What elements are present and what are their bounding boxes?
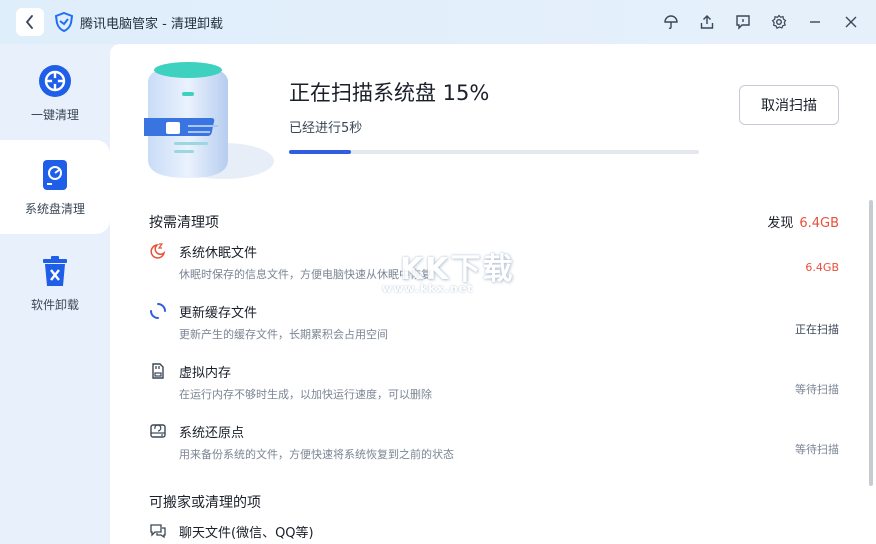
item-status: 6.4GB	[805, 261, 839, 274]
item-status: 正在扫描	[795, 323, 839, 336]
item-status: 等待扫描	[795, 443, 839, 456]
list-item-update-cache[interactable]: 更新缓存文件 更新产生的缓存文件，长期累积会占用空间 正在扫描	[149, 300, 839, 350]
item-desc: 在运行内存不够时生成，以加快运行速度，可以删除	[179, 388, 432, 401]
gear-icon	[771, 14, 787, 30]
sidebar: 一键清理 系统盘清理 软件卸载	[0, 44, 110, 544]
item-name: 系统还原点	[179, 426, 245, 441]
found-label: 发现	[767, 216, 794, 231]
upload-icon	[700, 15, 714, 29]
moon-sleep-icon	[150, 243, 166, 259]
item-name: 聊天文件(微信、QQ等)	[179, 526, 314, 541]
found-summary: 发现 6.4GB	[767, 212, 839, 231]
sidebar-item-software-uninstall[interactable]: 软件卸载	[0, 236, 110, 330]
item-status: 等待扫描	[795, 383, 839, 396]
scrollbar[interactable]	[869, 200, 873, 486]
item-name: 系统休眠文件	[179, 246, 258, 261]
system-disk-icon	[43, 159, 67, 190]
main-panel: 正在扫描系统盘 15% 已经进行5秒 取消扫描 按需清理项 发现 6.4GB 系统…	[110, 44, 876, 544]
sidebar-item-label: 一键清理	[30, 107, 79, 122]
close-button[interactable]	[838, 10, 864, 34]
cancel-scan-button[interactable]: 取消扫描	[739, 85, 839, 125]
section-title-movable: 可搬家或清理的项	[149, 495, 261, 511]
share-button[interactable]	[694, 10, 720, 34]
sidebar-item-system-disk-clean[interactable]: 系统盘清理	[0, 140, 110, 234]
minimize-button[interactable]	[802, 10, 828, 34]
section-title-on-demand: 按需清理项	[149, 215, 219, 231]
minimize-icon	[810, 21, 820, 23]
list-item-chat-files[interactable]: 聊天文件(微信、QQ等)	[149, 520, 839, 544]
sidebar-item-label: 软件卸载	[30, 297, 79, 312]
item-name: 虚拟内存	[179, 366, 232, 381]
item-desc: 用来备份系统的文件，方便快速将系统恢复到之前的状态	[179, 448, 454, 461]
shield-logo-icon	[54, 12, 74, 32]
sidebar-item-one-click-clean[interactable]: 一键清理	[0, 46, 110, 140]
restore-disk-icon	[150, 424, 166, 438]
scan-elapsed-time: 已经进行5秒	[289, 121, 363, 136]
item-name: 更新缓存文件	[179, 306, 258, 321]
trash-icon	[43, 255, 67, 286]
message-icon	[736, 15, 750, 30]
app-title: 腾讯电脑管家 - 清理卸载	[80, 17, 223, 32]
skin-button[interactable]	[658, 10, 684, 34]
close-icon	[845, 16, 857, 28]
scan-progress-fill	[289, 150, 351, 154]
scan-progress-bar	[289, 150, 699, 154]
umbrella-icon	[664, 15, 678, 30]
sidebar-item-label: 系统盘清理	[24, 201, 85, 216]
loading-spinner-icon	[150, 303, 166, 319]
settings-button[interactable]	[766, 10, 792, 34]
list-item-restore-point[interactable]: 系统还原点 用来备份系统的文件，方便快速将系统恢复到之前的状态 等待扫描	[149, 420, 839, 470]
memory-card-icon	[152, 363, 164, 379]
list-item-virtual-memory[interactable]: 虚拟内存 在运行内存不够时生成，以加快运行速度，可以删除 等待扫描	[149, 360, 839, 410]
disk-scan-illustration	[144, 62, 274, 179]
watermark-url: www.kkx.net	[382, 282, 474, 295]
chat-icon	[150, 524, 166, 539]
chevron-left-icon	[25, 15, 33, 29]
back-button[interactable]	[16, 8, 44, 36]
feedback-button[interactable]	[730, 10, 756, 34]
found-value: 6.4GB	[799, 216, 839, 231]
item-desc: 更新产生的缓存文件，长期累积会占用空间	[179, 328, 388, 341]
broom-circle-icon	[39, 64, 71, 97]
title-bar: 腾讯电脑管家 - 清理卸载	[0, 0, 876, 44]
scan-title: 正在扫描系统盘 15%	[289, 81, 490, 105]
watermark: KK下载 www.kkx.net	[382, 244, 513, 304]
